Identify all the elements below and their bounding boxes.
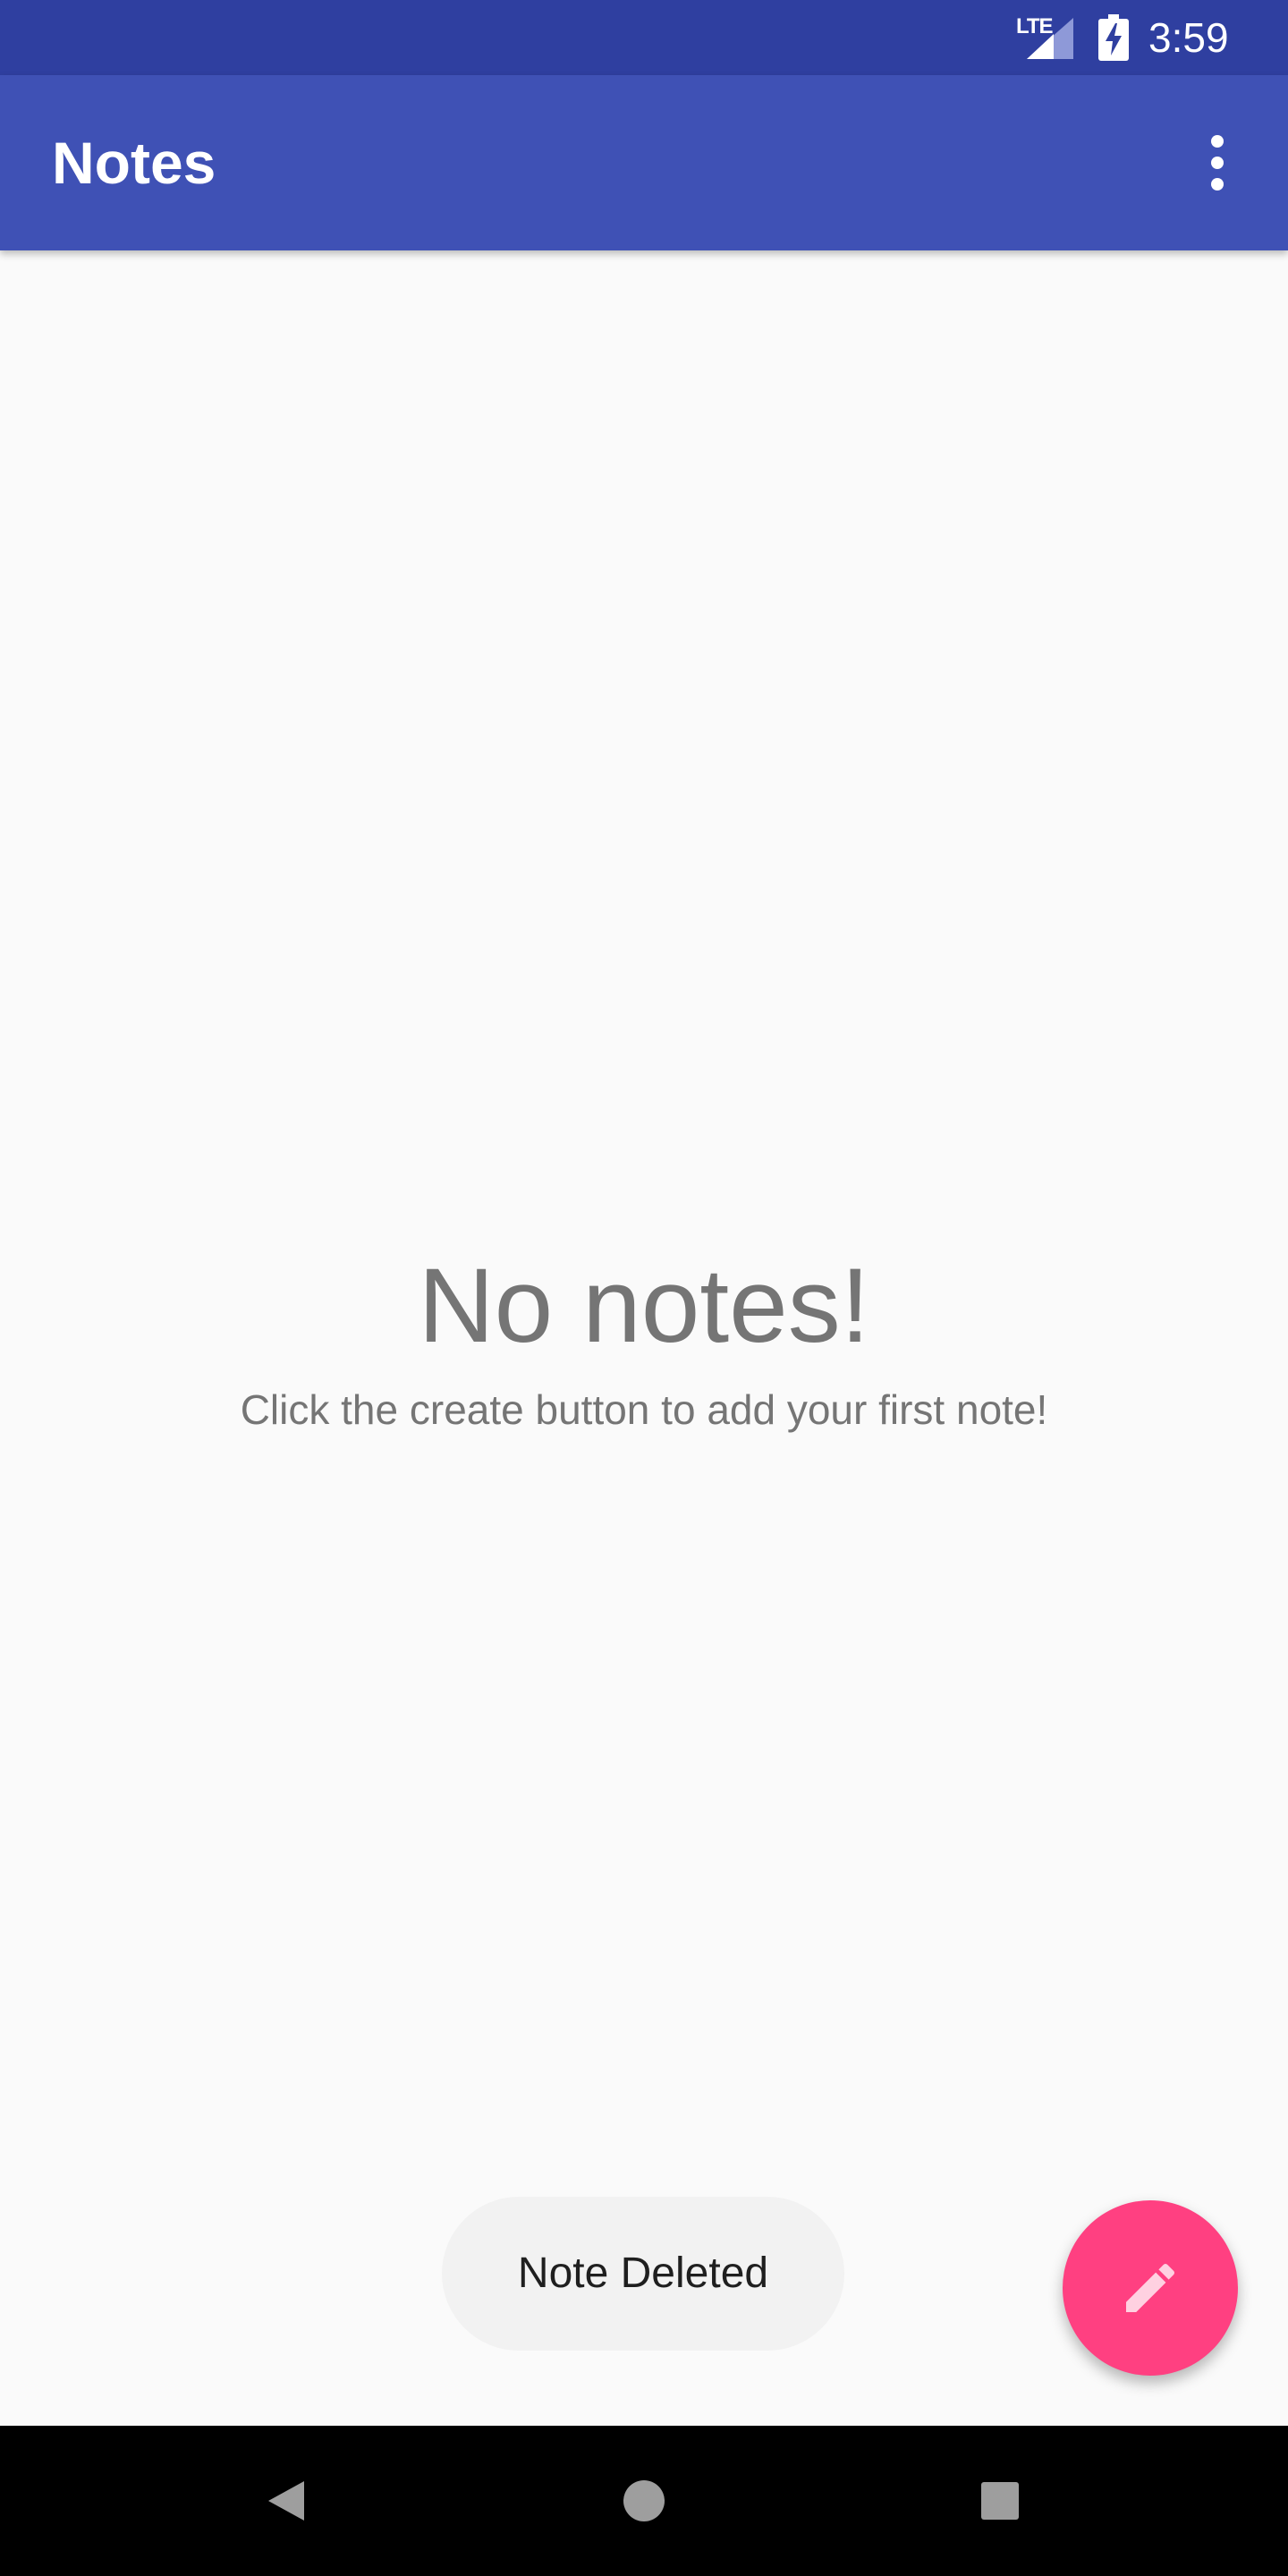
status-time: 3:59 xyxy=(1148,14,1229,61)
recents-icon xyxy=(981,2482,1019,2520)
home-button[interactable] xyxy=(608,2465,680,2537)
app-bar: Notes xyxy=(0,75,1288,250)
toast: Note Deleted xyxy=(442,2197,844,2351)
navigation-bar xyxy=(0,2426,1288,2576)
overflow-dot xyxy=(1211,135,1224,148)
overflow-dot xyxy=(1211,157,1224,169)
pencil-icon xyxy=(1126,2263,1175,2312)
more-vert-icon[interactable] xyxy=(1195,123,1240,202)
home-icon xyxy=(623,2480,665,2521)
empty-state-title: No notes! xyxy=(418,1247,870,1365)
empty-state: No notes! Click the create button to add… xyxy=(0,1243,1288,1435)
battery-charging-icon xyxy=(1098,14,1129,61)
app-title: Notes xyxy=(52,130,216,196)
overflow-dot xyxy=(1211,178,1224,191)
toast-message: Note Deleted xyxy=(517,2250,769,2297)
back-icon xyxy=(268,2481,304,2521)
recents-button[interactable] xyxy=(964,2465,1036,2537)
status-bar: LTE 3:59 xyxy=(0,0,1288,75)
create-note-button[interactable] xyxy=(1063,2200,1238,2376)
back-button[interactable] xyxy=(250,2465,322,2537)
empty-state-subtitle: Click the create button to add your firs… xyxy=(240,1386,1048,1433)
screen: LTE 3:59 Notes No notes! Click the creat… xyxy=(0,0,1288,2576)
signal-icon xyxy=(1027,18,1073,59)
